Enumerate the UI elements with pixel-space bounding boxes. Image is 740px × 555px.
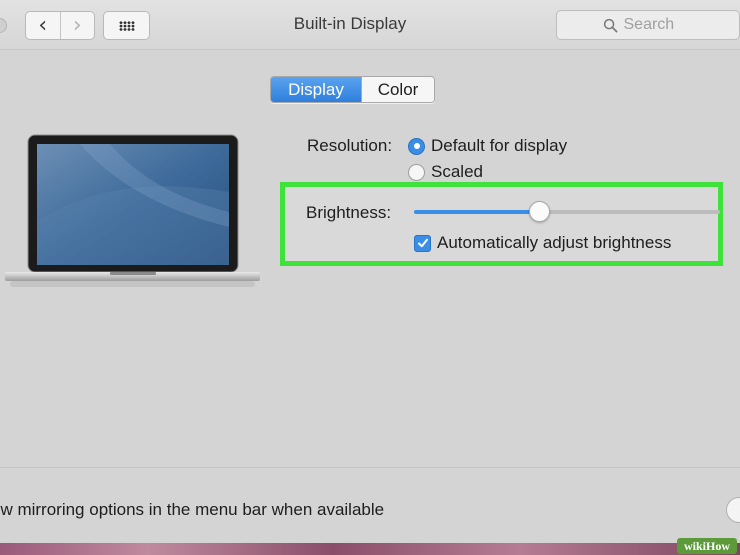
desktop-background <box>0 543 740 555</box>
search-input[interactable] <box>623 16 694 34</box>
window-title: Built-in Display <box>293 14 407 33</box>
radio-label: Default for display <box>431 136 568 155</box>
highlight-box <box>280 182 723 266</box>
show-mirroring-option-label[interactable]: ow mirroring options in the menu bar whe… <box>0 500 384 520</box>
radio-button[interactable] <box>408 163 425 181</box>
resolution-label: Resolution: <box>307 136 393 155</box>
radio-button-selected[interactable] <box>408 137 425 155</box>
back-button[interactable]: ‹ <box>26 12 60 39</box>
tab-color[interactable]: Color <box>361 77 434 102</box>
checkmark-icon <box>417 238 428 248</box>
auto-brightness-label: Automatically adjust brightness <box>437 233 672 252</box>
brightness-label: Brightness: <box>306 203 392 222</box>
show-all-button[interactable] <box>103 11 150 40</box>
chevron-left-icon: ‹ <box>38 12 48 38</box>
grid-icon <box>118 20 135 31</box>
brightness-slider-fill <box>414 210 540 214</box>
toolbar-divider <box>0 49 740 50</box>
footer-divider <box>0 467 740 468</box>
radio-label: Scaled <box>431 162 483 181</box>
nav-buttons: ‹ › <box>25 11 95 40</box>
forward-button[interactable]: › <box>59 12 95 39</box>
brightness-slider[interactable] <box>414 201 720 222</box>
search-icon <box>603 18 617 32</box>
tab-display[interactable]: Display <box>271 77 361 102</box>
search-field[interactable] <box>556 10 740 40</box>
wikihow-watermark: wikiHow <box>677 538 737 554</box>
auto-brightness-checkbox[interactable] <box>414 234 431 252</box>
laptop-image <box>5 134 260 287</box>
window-control-button[interactable] <box>0 18 7 33</box>
radio-default-for-display[interactable]: Default for display <box>408 136 567 156</box>
tab-bar: Display Color <box>270 76 435 103</box>
radio-scaled[interactable]: Scaled <box>408 162 483 182</box>
chevron-right-icon: › <box>72 12 82 38</box>
auto-brightness-option[interactable]: Automatically adjust brightness <box>414 233 671 253</box>
help-button[interactable] <box>726 497 740 523</box>
window-toolbar: ‹ › Built-in Display <box>0 0 740 50</box>
